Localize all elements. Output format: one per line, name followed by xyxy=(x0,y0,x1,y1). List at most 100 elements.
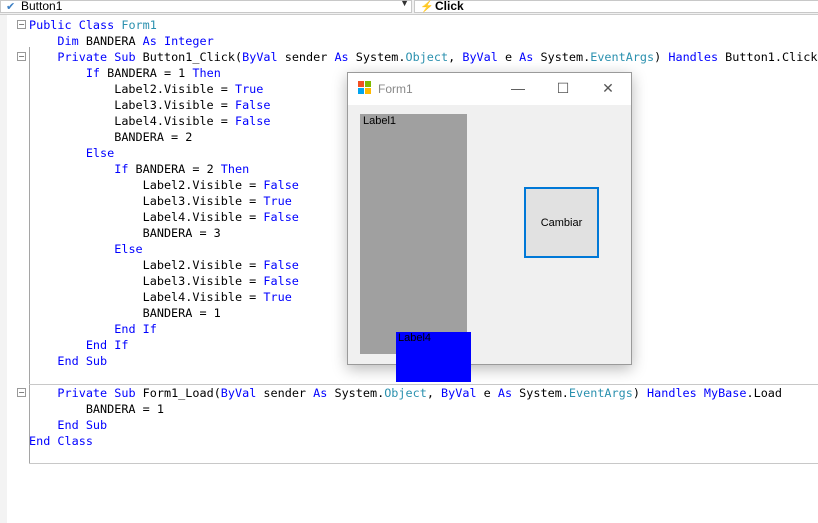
code-line[interactable]: Label3.Visible = False xyxy=(29,97,270,113)
code-line[interactable]: BANDERA = 3 xyxy=(29,225,221,241)
code-line[interactable]: Private Sub Form1_Load(ByVal sender As S… xyxy=(29,385,782,401)
code-token: As xyxy=(497,386,513,400)
code-line[interactable]: Public Class Form1 xyxy=(29,17,157,33)
code-line[interactable]: Dim BANDERA As Integer xyxy=(29,33,213,49)
code-token: e xyxy=(497,50,520,64)
cambiar-button[interactable]: Cambiar xyxy=(524,187,599,258)
code-token: Private Sub xyxy=(57,50,136,64)
code-line[interactable]: End Class xyxy=(29,433,93,449)
code-token: Handles xyxy=(668,50,719,64)
maximize-icon[interactable]: ☐ xyxy=(549,77,577,99)
code-line[interactable]: Label2.Visible = False xyxy=(29,257,299,273)
code-token: False xyxy=(263,178,299,192)
code-line[interactable]: If BANDERA = 1 Then xyxy=(29,65,221,81)
code-line[interactable]: If BANDERA = 2 Then xyxy=(29,161,249,177)
code-token: Button1_Click( xyxy=(135,50,243,64)
code-token: End If xyxy=(85,338,129,352)
object-dropdown[interactable]: ✔ Button1 ▼ xyxy=(0,0,412,13)
code-line[interactable]: Else xyxy=(29,241,143,257)
form-title-bar[interactable]: Form1 — ☐ ✕ xyxy=(348,73,631,105)
code-token: ByVal xyxy=(462,50,498,64)
code-token: Form1 xyxy=(121,18,157,32)
code-token: True xyxy=(234,82,264,96)
collapse-class-icon[interactable]: − xyxy=(17,20,26,29)
code-token: Label3.Visible = xyxy=(29,194,264,208)
cambiar-button-label: Cambiar xyxy=(540,216,583,229)
component-icon: ✔ xyxy=(6,1,16,13)
code-token: End Sub xyxy=(57,354,108,368)
code-token: , xyxy=(448,50,463,64)
code-line[interactable]: BANDERA = 2 xyxy=(29,129,192,145)
code-line[interactable]: Else xyxy=(29,145,114,161)
code-token: System. xyxy=(512,386,569,400)
code-token: Else xyxy=(85,146,115,160)
minimize-icon[interactable]: — xyxy=(504,77,532,99)
code-line[interactable]: End If xyxy=(29,321,157,337)
code-token: EventArgs xyxy=(590,50,655,64)
code-line[interactable]: BANDERA = 1 xyxy=(29,401,164,417)
code-token: Button1.Click xyxy=(718,50,818,64)
code-line[interactable]: Label3.Visible = False xyxy=(29,273,299,289)
code-line[interactable]: Label2.Visible = True xyxy=(29,81,263,97)
label4: Label4 xyxy=(396,332,471,382)
close-icon[interactable]: ✕ xyxy=(594,77,622,99)
code-token: Else xyxy=(114,242,143,256)
collapse-form-load-sub-icon[interactable]: − xyxy=(17,388,26,397)
code-token: Private Sub xyxy=(57,386,136,400)
code-token: sender xyxy=(277,50,335,64)
code-line[interactable]: BANDERA = 1 xyxy=(29,305,221,321)
code-token: BANDERA = 2 xyxy=(29,130,193,144)
chevron-down-icon[interactable]: ▼ xyxy=(400,0,409,8)
code-token: , xyxy=(426,386,442,400)
code-token: True xyxy=(263,290,292,304)
code-token: BANDERA = 2 xyxy=(128,162,221,176)
code-line[interactable]: Private Sub Button1_Click( ByVal sender A… xyxy=(29,49,818,65)
code-token: False xyxy=(263,258,299,272)
code-line[interactable]: End Sub xyxy=(29,417,107,433)
code-line[interactable]: Label4.Visible = True xyxy=(29,289,292,305)
code-token: False xyxy=(234,98,271,112)
code-token: End Sub xyxy=(57,418,108,432)
code-token: Label2.Visible = xyxy=(29,82,235,96)
code-line[interactable]: Label4.Visible = False xyxy=(29,113,270,129)
code-line[interactable]: Label2.Visible = False xyxy=(29,177,299,193)
code-token: EventArgs xyxy=(568,386,633,400)
code-token: Then xyxy=(220,162,250,176)
code-token: Form1_Load( xyxy=(135,386,221,400)
code-line[interactable]: Label4.Visible = False xyxy=(29,209,299,225)
code-line[interactable]: End If xyxy=(29,337,129,353)
lightning-event-icon: ⚡ xyxy=(420,1,434,13)
code-token: System. xyxy=(348,50,406,64)
code-token: Label4.Visible = xyxy=(29,210,264,224)
code-token: End If xyxy=(114,322,157,336)
code-token: ) xyxy=(632,386,648,400)
code-token: End Class xyxy=(29,434,93,448)
code-token: If xyxy=(85,66,101,80)
code-token: As xyxy=(519,50,534,64)
code-token: Then xyxy=(192,66,221,80)
code-token: True xyxy=(263,194,292,208)
code-line[interactable]: Label3.Visible = True xyxy=(29,193,292,209)
code-token: BANDERA xyxy=(78,34,143,48)
code-token: Label4.Visible = xyxy=(29,114,235,128)
code-token: BANDERA = 3 xyxy=(29,226,221,240)
event-dropdown[interactable]: ⚡ Click xyxy=(414,0,818,13)
code-token: .Load xyxy=(746,386,783,400)
code-token: Label3.Visible = xyxy=(29,98,235,112)
collapse-button-click-sub-icon[interactable]: − xyxy=(17,52,26,61)
code-token: Label2.Visible = xyxy=(29,178,264,192)
code-line[interactable]: End Sub xyxy=(29,353,107,369)
code-token: False xyxy=(234,114,271,128)
code-editor-navigation-bar: ✔ Button1 ▼ ⚡ Click xyxy=(0,0,818,15)
event-dropdown-value: Click xyxy=(435,0,464,13)
code-token: Public Class xyxy=(29,18,122,32)
code-token: e xyxy=(476,386,498,400)
code-token: Label2.Visible = xyxy=(29,258,264,272)
